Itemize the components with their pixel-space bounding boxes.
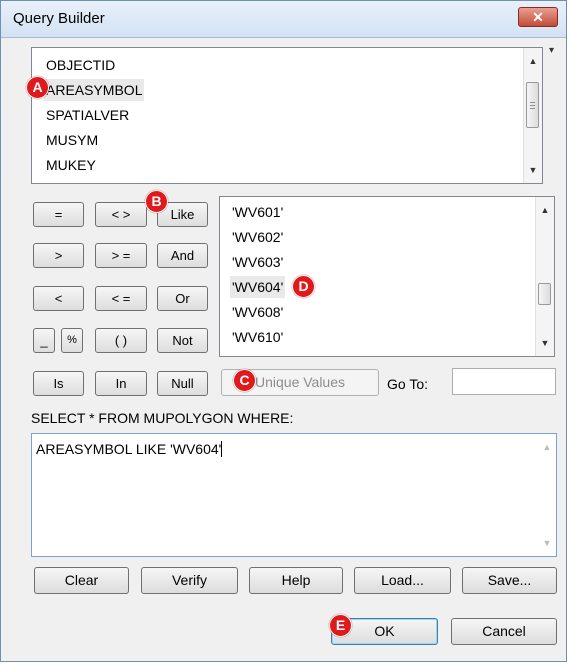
annotation-marker-c: C (233, 369, 256, 392)
or-button[interactable]: Or (157, 286, 208, 311)
field-item[interactable]: SPATIALVER (44, 104, 131, 126)
scroll-up-icon[interactable]: ▲ (538, 438, 556, 456)
greater-than-button[interactable]: > (33, 243, 84, 268)
goto-label: Go To: (387, 376, 428, 392)
value-item[interactable]: 'WV603' (230, 251, 285, 273)
not-button[interactable]: Not (157, 328, 208, 353)
fields-list[interactable]: OBJECTID AREASYMBOL SPATIALVER MUSYM MUK… (31, 47, 543, 184)
is-button[interactable]: Is (33, 371, 84, 396)
cancel-button[interactable]: Cancel (451, 618, 557, 645)
less-than-button[interactable]: < (33, 286, 84, 311)
scroll-up-icon[interactable]: ▲ (524, 52, 542, 70)
and-button[interactable]: And (157, 243, 208, 268)
sql-scrollbar[interactable]: ▲ ▼ (538, 434, 556, 556)
field-item[interactable]: MUKEY (44, 154, 98, 176)
title-bar: Query Builder ✕ (1, 1, 566, 38)
value-item[interactable]: 'WV601' (230, 201, 285, 223)
annotation-marker-b: B (145, 190, 168, 213)
greater-equal-button[interactable]: > = (95, 243, 147, 268)
value-item-selected[interactable]: 'WV604' (230, 276, 286, 298)
annotation-marker-e: E (329, 614, 352, 637)
less-equal-button[interactable]: < = (95, 286, 147, 311)
sql-expression-text: AREASYMBOL LIKE 'WV604' (36, 441, 223, 457)
null-button[interactable]: Null (157, 371, 208, 396)
sql-header: SELECT * FROM MUPOLYGON WHERE: (31, 410, 294, 426)
value-item[interactable]: 'WV608' (230, 301, 285, 323)
annotation-marker-a: A (26, 76, 49, 99)
field-item[interactable]: MUSYM (44, 129, 100, 151)
fields-scrollbar[interactable]: ▲ ▼ (523, 48, 542, 183)
in-button[interactable]: In (95, 371, 147, 396)
close-button[interactable]: ✕ (518, 7, 558, 27)
percent-button[interactable]: % (61, 328, 83, 353)
save-button[interactable]: Save... (462, 567, 557, 594)
scroll-down-icon[interactable]: ▼ (524, 161, 542, 179)
parentheses-button[interactable]: ( ) (95, 328, 147, 353)
field-item-selected[interactable]: AREASYMBOL (44, 79, 145, 101)
help-button[interactable]: Help (249, 567, 343, 594)
text-caret (221, 441, 223, 457)
value-item[interactable]: 'WV610' (230, 326, 285, 348)
window-title: Query Builder (13, 10, 105, 27)
values-scrollbar[interactable]: ▲ ▼ (535, 197, 554, 356)
annotation-marker-d: D (292, 275, 315, 298)
sql-expression-editor[interactable]: AREASYMBOL LIKE 'WV604' ▲ ▼ (31, 433, 557, 557)
scroll-thumb[interactable] (526, 82, 539, 128)
scroll-up-icon[interactable]: ▲ (536, 201, 554, 219)
verify-button[interactable]: Verify (141, 567, 238, 594)
underscore-button[interactable]: _ (33, 328, 55, 353)
not-equal-button[interactable]: < > (95, 202, 147, 227)
scroll-down-icon[interactable]: ▼ (536, 334, 554, 352)
values-list[interactable]: 'WV601' 'WV602' 'WV603' 'WV604' 'WV608' … (219, 196, 555, 357)
value-item[interactable]: 'WV602' (230, 226, 285, 248)
scroll-down-icon[interactable]: ▼ (538, 534, 556, 552)
pin-icon[interactable]: ▾ (549, 45, 554, 56)
goto-input[interactable] (452, 368, 556, 395)
field-item[interactable]: OBJECTID (44, 54, 117, 76)
load-button[interactable]: Load... (354, 567, 451, 594)
scroll-thumb[interactable] (538, 283, 551, 305)
query-builder-window: Query Builder ✕ OBJECTID AREASYMBOL SPAT… (0, 0, 567, 662)
equals-button[interactable]: = (33, 202, 84, 227)
clear-button[interactable]: Clear (34, 567, 129, 594)
